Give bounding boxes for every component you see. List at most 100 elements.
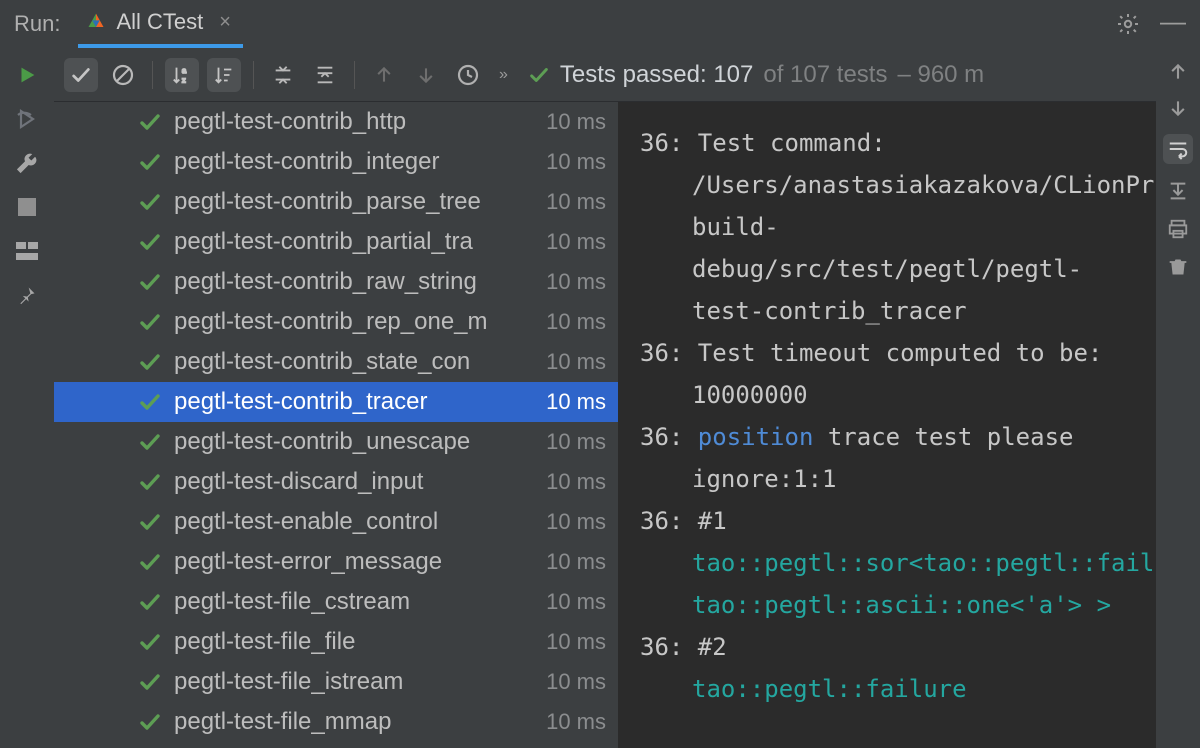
test-name: pegtl-test-discard_input (174, 468, 536, 496)
test-row[interactable]: pegtl-test-contrib_state_con 10 ms (54, 342, 618, 382)
test-name: pegtl-test-file_file (174, 628, 536, 656)
test-duration: 10 ms (546, 669, 606, 695)
minimize-icon[interactable]: — (1160, 6, 1186, 37)
test-duration: 10 ms (546, 389, 606, 415)
test-name: pegtl-test-file_istream (174, 668, 536, 696)
show-ignored-toggle[interactable] (106, 58, 140, 92)
title-bar: Run: All CTest × — (0, 0, 1200, 48)
test-duration: 10 ms (546, 709, 606, 735)
test-filter-toolbar: az » (54, 48, 1156, 102)
console-line: 36: position trace test please ignore:1:… (640, 416, 1134, 500)
test-name: pegtl-test-contrib_raw_string (174, 268, 536, 296)
test-name: pegtl-test-contrib_rep_one_m (174, 308, 536, 336)
soft-wrap-toggle[interactable] (1163, 134, 1193, 164)
close-tab-icon[interactable]: × (219, 11, 231, 34)
ctest-icon (86, 12, 106, 32)
console-line: tao::pegtl::sor<tao::pegtl::failure, tao… (640, 542, 1134, 626)
wrench-icon[interactable] (14, 150, 40, 176)
test-row[interactable]: pegtl-test-file_file 10 ms (54, 622, 618, 662)
svg-text:a: a (182, 66, 187, 75)
test-name: pegtl-test-contrib_parse_tree (174, 188, 536, 216)
test-row[interactable]: pegtl-test-contrib_tracer 10 ms (54, 382, 618, 422)
console-line: 36: #2 (640, 626, 1134, 668)
test-row[interactable]: pegtl-test-contrib_rep_one_m 10 ms (54, 302, 618, 342)
test-row[interactable]: pegtl-test-error_message 10 ms (54, 542, 618, 582)
test-row[interactable]: pegtl-test-enable_control 10 ms (54, 502, 618, 542)
console-line: 36: Test timeout computed to be: 1000000… (640, 332, 1134, 416)
console-line: 36: #1 (640, 500, 1134, 542)
separator (354, 61, 355, 89)
test-name: pegtl-test-contrib_tracer (174, 388, 536, 416)
test-duration: 10 ms (546, 549, 606, 575)
run-config-tab[interactable]: All CTest × (78, 0, 242, 48)
test-tree[interactable]: pegtl-test-contrib_http10 mspegtl-test-c… (54, 102, 618, 748)
summary-total: of 107 tests (763, 61, 887, 89)
overflow-icon[interactable]: » (499, 66, 508, 84)
scroll-down-icon[interactable] (1168, 98, 1188, 118)
run-label: Run: (14, 11, 60, 37)
pin-icon[interactable] (14, 282, 40, 308)
test-duration: 10 ms (546, 269, 606, 295)
expand-all-button[interactable] (266, 58, 300, 92)
trash-icon[interactable] (1168, 256, 1188, 278)
test-name: pegtl-test-file_mmap (174, 708, 536, 736)
test-duration: 10 ms (546, 589, 606, 615)
test-duration: 10 ms (546, 469, 606, 495)
test-duration: 10 ms (546, 349, 606, 375)
summary-prefix: Tests passed: (560, 61, 707, 88)
stop-button[interactable] (14, 194, 40, 220)
test-duration: 10 ms (546, 629, 606, 655)
console-line: tao::pegtl::failure (640, 668, 1134, 710)
test-name: pegtl-test-enable_control (174, 508, 536, 536)
test-history-button[interactable] (451, 58, 485, 92)
rerun-failed-button[interactable] (14, 106, 40, 132)
test-row[interactable]: pegtl-test-discard_input 10 ms (54, 462, 618, 502)
test-row[interactable]: pegtl-test-contrib_integer 10 ms (54, 142, 618, 182)
tab-label: All CTest (116, 9, 203, 35)
test-row[interactable]: pegtl-test-contrib_raw_string 10 ms (54, 262, 618, 302)
test-duration: 10 ms (546, 229, 606, 255)
sort-duration-toggle[interactable] (207, 58, 241, 92)
layout-icon[interactable] (14, 238, 40, 264)
test-row[interactable]: pegtl-test-file_mmap 10 ms (54, 702, 618, 742)
gear-icon[interactable] (1116, 12, 1140, 36)
prev-failed-button[interactable] (367, 58, 401, 92)
test-name: pegtl-test-contrib_partial_tra (174, 228, 536, 256)
test-name: pegtl-test-contrib_state_con (174, 348, 536, 376)
test-duration: 10 ms (546, 189, 606, 215)
test-name: pegtl-test-contrib_http (174, 108, 536, 136)
test-row[interactable]: pegtl-test-contrib_http 10 ms (54, 102, 618, 142)
print-icon[interactable] (1167, 218, 1189, 240)
scroll-up-icon[interactable] (1168, 62, 1188, 82)
test-name: pegtl-test-contrib_integer (174, 148, 536, 176)
test-row[interactable]: pegtl-test-file_cstream 10 ms (54, 582, 618, 622)
test-name: pegtl-test-file_cstream (174, 588, 536, 616)
test-row[interactable]: pegtl-test-file_istream 10 ms (54, 662, 618, 702)
next-failed-button[interactable] (409, 58, 443, 92)
left-action-rail (0, 48, 54, 748)
test-row[interactable]: pegtl-test-contrib_partial_tra 10 ms (54, 222, 618, 262)
test-duration: 10 ms (546, 149, 606, 175)
show-passed-toggle[interactable] (64, 58, 98, 92)
svg-text:z: z (182, 75, 186, 84)
summary-count: 107 (713, 61, 753, 88)
test-duration: 10 ms (546, 109, 606, 135)
scroll-to-end-icon[interactable] (1167, 180, 1189, 202)
separator (152, 61, 153, 89)
tests-summary: Tests passed: 107 of 107 tests – 960 m (528, 61, 984, 89)
summary-timing: – 960 m (897, 61, 984, 89)
test-duration: 10 ms (546, 309, 606, 335)
test-row[interactable]: pegtl-test-contrib_unescape 10 ms (54, 422, 618, 462)
console-line: 36: Test command: /Users/anastasiakazako… (640, 122, 1134, 332)
test-duration: 10 ms (546, 509, 606, 535)
rerun-button[interactable] (14, 62, 40, 88)
test-duration: 10 ms (546, 429, 606, 455)
separator (253, 61, 254, 89)
test-row[interactable]: pegtl-test-contrib_parse_tree 10 ms (54, 182, 618, 222)
sort-alpha-toggle[interactable]: az (165, 58, 199, 92)
collapse-all-button[interactable] (308, 58, 342, 92)
test-output-console[interactable]: 36: Test command: /Users/anastasiakazako… (618, 102, 1156, 748)
test-name: pegtl-test-error_message (174, 548, 536, 576)
right-gutter-rail (1156, 48, 1200, 748)
test-name: pegtl-test-contrib_unescape (174, 428, 536, 456)
